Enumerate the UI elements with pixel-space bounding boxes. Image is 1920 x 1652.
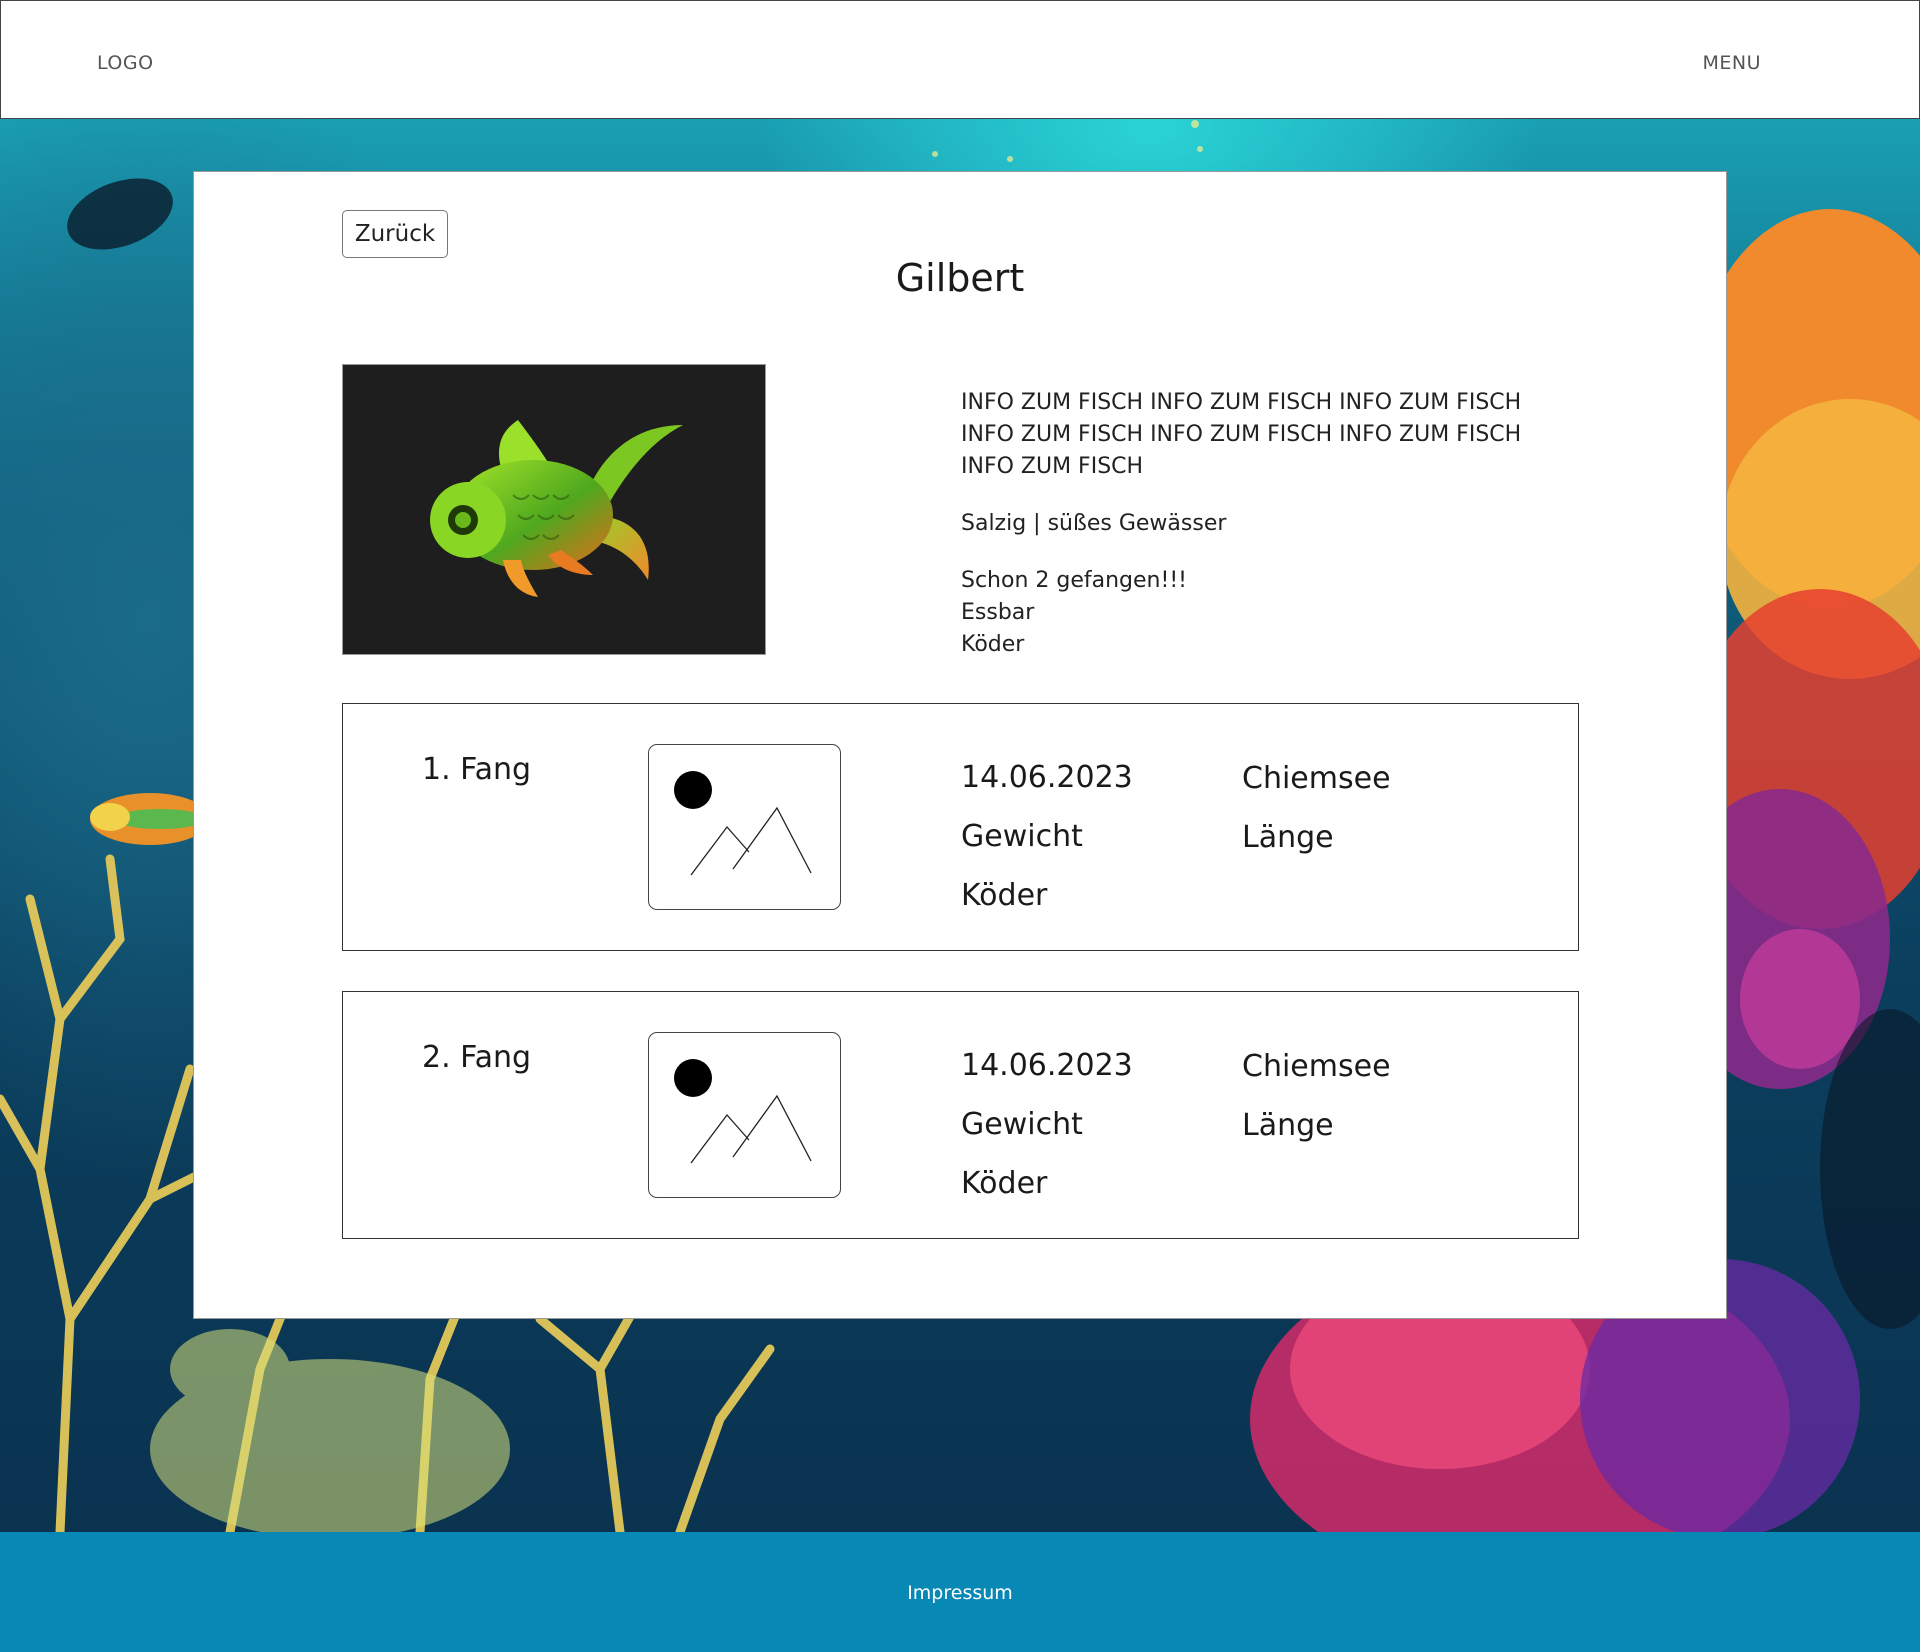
catch-length: Länge xyxy=(1242,1108,1334,1143)
catch-weight: Gewicht xyxy=(961,819,1083,854)
catch-label: 2. Fang xyxy=(422,1040,532,1075)
catch-label: 1. Fang xyxy=(422,752,532,787)
image-placeholder-icon xyxy=(648,1032,841,1198)
impressum-link[interactable]: Impressum xyxy=(0,1582,1920,1604)
catch-date: 14.06.2023 xyxy=(961,760,1133,795)
catch-location: Chiemsee xyxy=(1242,1049,1391,1084)
fish-info: INFO ZUM FISCH INFO ZUM FISCH INFO ZUM F… xyxy=(961,387,1561,661)
back-button[interactable]: Zurück xyxy=(342,210,448,258)
fish-detail-card: Zurück Gilbert INFO ZUM FISCH INFO ZUM F… xyxy=(193,171,1727,1319)
catch-bait: Köder xyxy=(961,1166,1048,1201)
fish-description: INFO ZUM FISCH INFO ZUM FISCH INFO ZUM F… xyxy=(961,390,1522,479)
catch-length: Länge xyxy=(1242,820,1334,855)
catch-bait: Köder xyxy=(961,878,1048,913)
catch-details: 14.06.2023 Gewicht Köder xyxy=(961,1036,1133,1213)
fish-name-title: Gilbert xyxy=(895,256,1025,300)
catch-details: 14.06.2023 Gewicht Köder xyxy=(961,748,1133,925)
catch-card[interactable]: 1. Fang 14.06.2023 Gewicht Köder Chiemse… xyxy=(342,703,1579,951)
catch-card[interactable]: 2. Fang 14.06.2023 Gewicht Köder Chiemse… xyxy=(342,991,1579,1239)
edible-label: Essbar xyxy=(961,600,1035,625)
water-type: Salzig | süßes Gewässer xyxy=(961,511,1227,536)
site-header: LOGO MENU xyxy=(0,0,1920,119)
catch-location-details: Chiemsee Länge xyxy=(1242,749,1391,867)
catch-location: Chiemsee xyxy=(1242,761,1391,796)
logo[interactable]: LOGO xyxy=(97,52,154,74)
site-footer: Impressum xyxy=(0,1532,1920,1652)
catch-location-details: Chiemsee Länge xyxy=(1242,1037,1391,1155)
catch-date: 14.06.2023 xyxy=(961,1048,1133,1083)
image-placeholder-icon xyxy=(648,744,841,910)
menu-button[interactable]: MENU xyxy=(1702,52,1761,74)
catch-weight: Gewicht xyxy=(961,1107,1083,1142)
bait-label: Köder xyxy=(961,632,1025,657)
goldfish-illustration xyxy=(430,420,683,597)
fish-image xyxy=(342,364,766,655)
caught-count: Schon 2 gefangen!!! xyxy=(961,568,1187,593)
